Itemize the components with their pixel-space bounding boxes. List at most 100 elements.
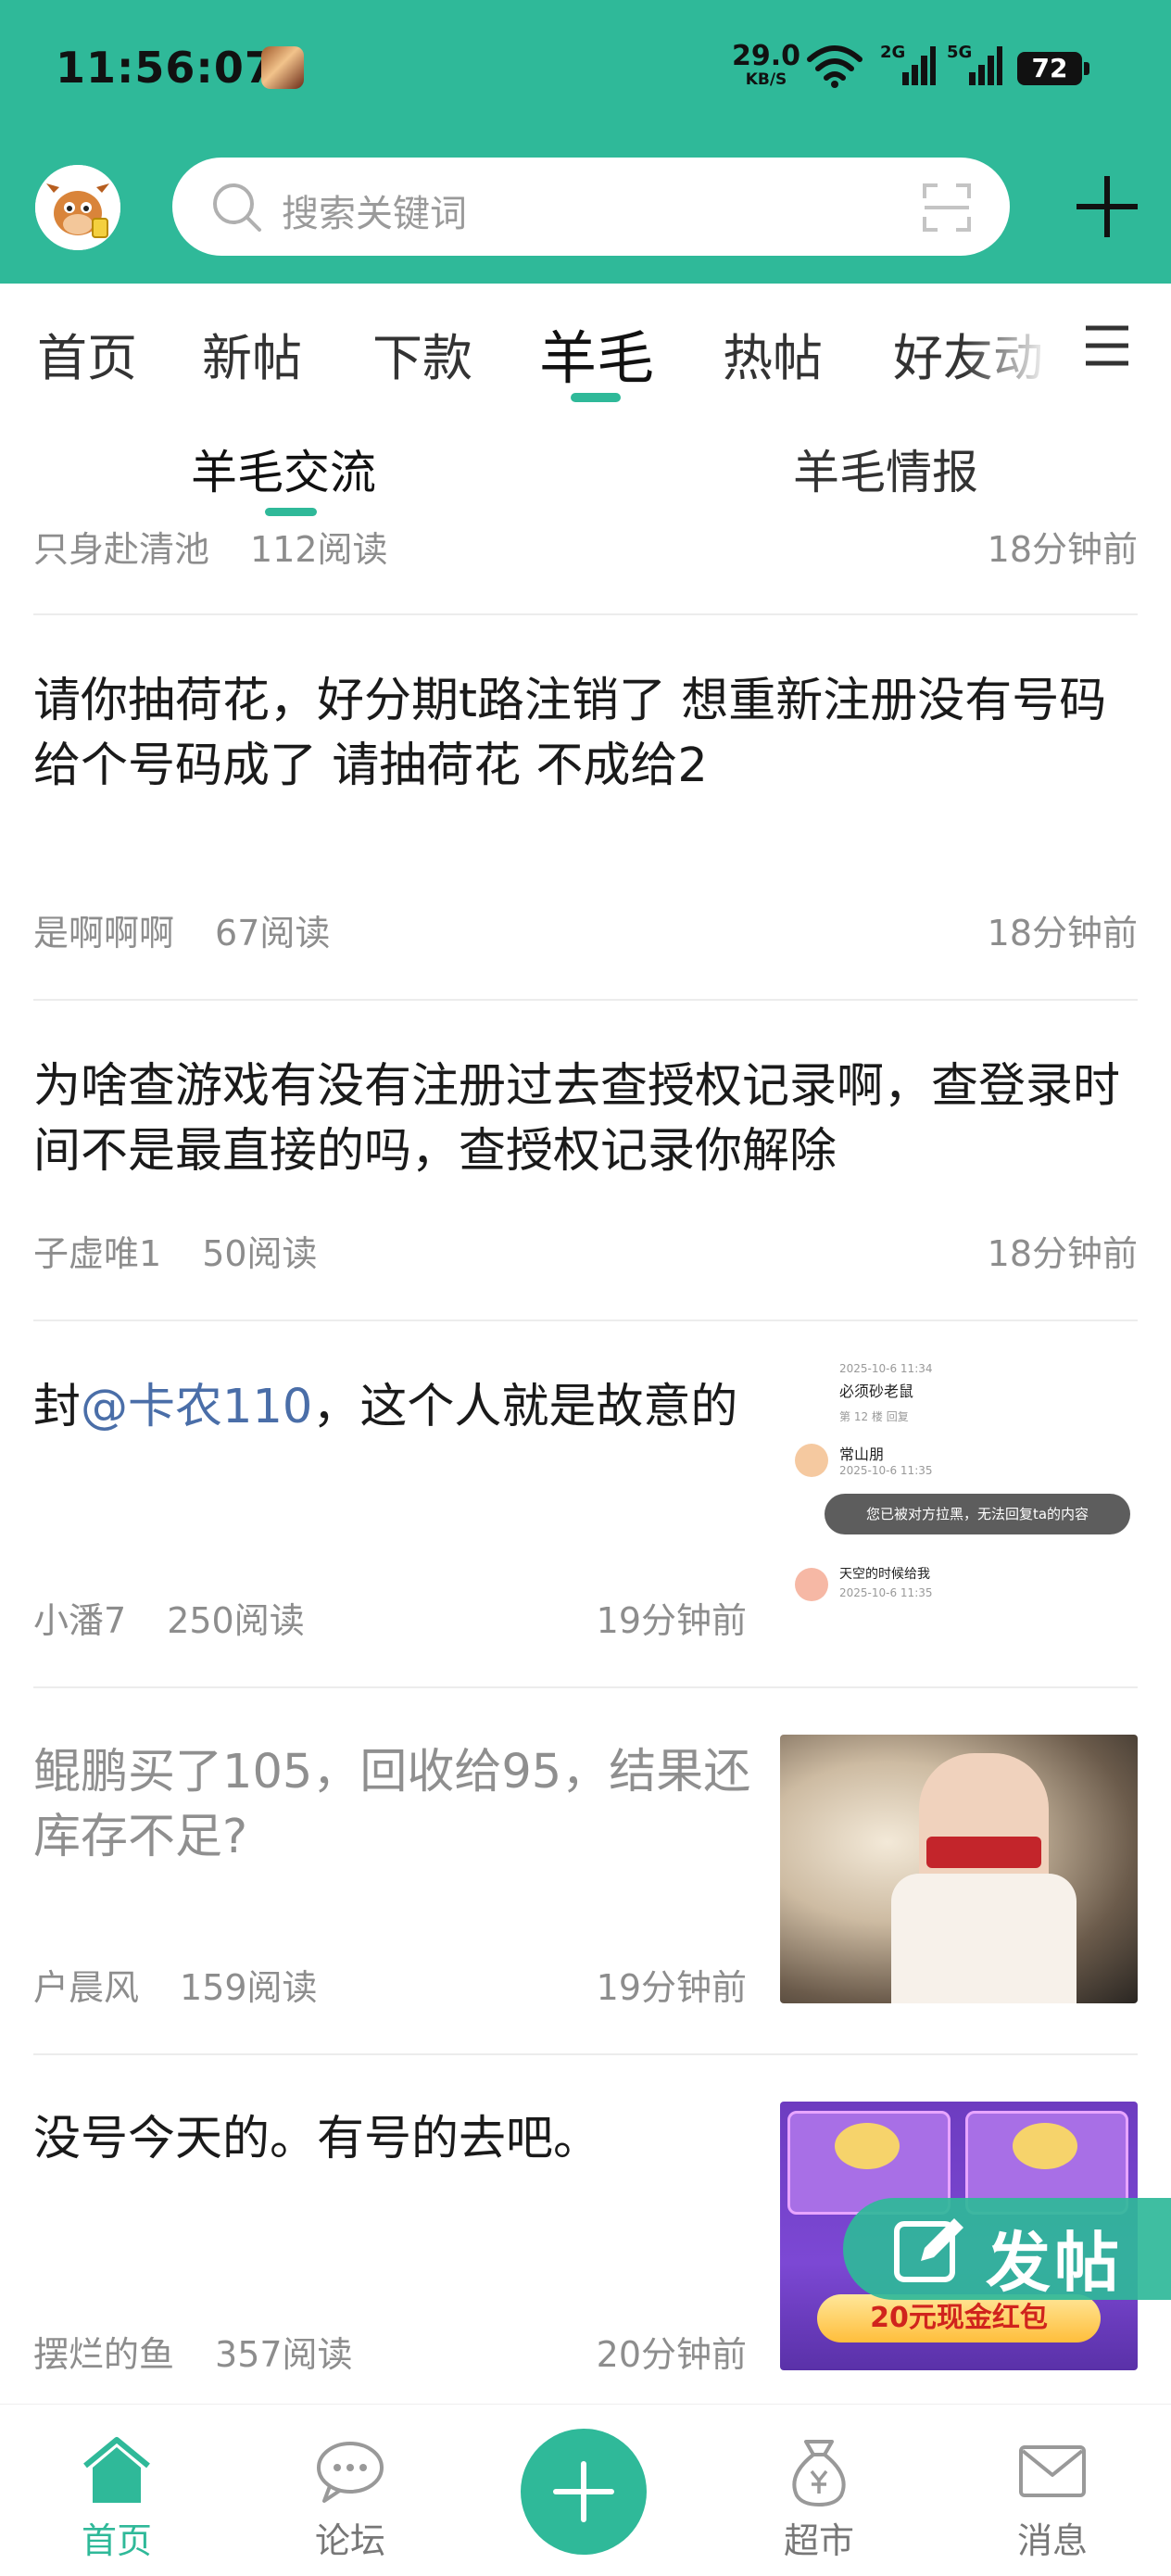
cow-mascot-icon — [35, 165, 120, 250]
post-reads: 159阅读 — [180, 1967, 318, 2008]
tab-loans[interactable]: 下款 — [372, 317, 472, 390]
post-title[interactable]: 鲲鹏买了105，回收给95，结果还库存不足? — [33, 1740, 756, 1870]
nav-home[interactable]: 首页 — [24, 2405, 209, 2576]
nav-messages[interactable]: 消息 — [960, 2405, 1145, 2576]
scan-icon[interactable] — [921, 182, 973, 234]
menu-icon[interactable] — [1082, 322, 1132, 369]
divider — [33, 1320, 1138, 1321]
thumb-text: 常山朋 — [839, 1446, 885, 1463]
publish-post-button[interactable]: 发帖 — [843, 2198, 1171, 2301]
post-time: 18分钟前 — [987, 913, 1138, 953]
nav-market[interactable]: 超市 — [726, 2405, 912, 2576]
post-time: 19分钟前 — [596, 1600, 747, 1641]
signal-5g-icon: 5G — [947, 43, 1002, 93]
divider — [33, 999, 1138, 1001]
publish-label: 发帖 — [986, 2225, 1123, 2301]
signal-5g-label: 5G — [947, 43, 973, 62]
bottom-navigation: 首页 论坛 超市 消息 — [0, 2404, 1171, 2576]
post-meta: 子虚唯1 50阅读 — [33, 1225, 318, 1276]
status-time: 11:56:07 — [56, 43, 275, 93]
post-title[interactable]: 没号今天的。有号的去吧。 — [33, 2107, 756, 2172]
post-author[interactable]: 小潘7 — [33, 1600, 126, 1641]
post-author[interactable]: 子虚唯1 — [33, 1233, 161, 1274]
photo-detail — [891, 1874, 1077, 2003]
tab-hot-posts[interactable]: 热帖 — [723, 317, 823, 390]
nav-market-label: 超市 — [783, 2520, 854, 2561]
post-time: 20分钟前 — [596, 2334, 747, 2375]
plus-icon — [553, 2461, 614, 2522]
divider — [33, 613, 1138, 615]
nav-forum[interactable]: 论坛 — [258, 2405, 443, 2576]
post-thumbnail-photo[interactable] — [780, 1735, 1138, 2003]
thumb-text: 2025-10-6 11:35 — [839, 1586, 933, 1599]
thumb-avatar — [795, 1444, 828, 1477]
thumb-avatar — [795, 1568, 828, 1601]
add-icon[interactable] — [1073, 172, 1141, 241]
post-meta: 摆烂的鱼 357阅读 — [33, 2326, 353, 2377]
post-title[interactable]: 为啥查游戏有没有注册过去查授权记录啊，查登录时间不是最直接的吗，查授权记录你解除 — [33, 1054, 1138, 1184]
search-placeholder: 搜索关键词 — [282, 193, 467, 235]
money-bag-icon — [792, 2440, 846, 2507]
create-post-button[interactable] — [521, 2429, 647, 2555]
post-author[interactable]: 只身赴清池 — [33, 529, 209, 570]
photo-detail — [926, 1837, 1041, 1868]
signal-2g-label: 2G — [880, 43, 906, 62]
post-reads: 357阅读 — [215, 2334, 353, 2375]
search-bar[interactable]: 搜索关键词 — [172, 158, 1010, 256]
battery-indicator: 72 — [1017, 52, 1089, 85]
post-meta: 小潘7 250阅读 — [33, 1592, 305, 1643]
post-reads: 67阅读 — [215, 913, 331, 953]
category-tabs: 首页 新帖 下款 羊毛 热帖 好友动 — [0, 284, 1171, 410]
post-title-text: 封 — [33, 1380, 82, 1434]
divider — [33, 1686, 1138, 1688]
edit-icon — [894, 2218, 963, 2282]
thumb-text: 第 12 楼 回复 — [839, 1410, 909, 1423]
nav-messages-label: 消息 — [1016, 2520, 1088, 2561]
network-speed: 29.0 KB/S — [732, 43, 800, 88]
user-avatar[interactable] — [35, 165, 120, 250]
post-title[interactable]: 封@卡农110，这个人就是故意的 — [33, 1375, 756, 1440]
thumb-text: 天空的时候给我 — [839, 1567, 930, 1582]
thumb-text: 必须砂老鼠 — [839, 1383, 914, 1400]
network-speed-unit: KB/S — [745, 70, 787, 89]
post-title-text: ，这个人就是故意的 — [312, 1380, 738, 1434]
post-reads: 50阅读 — [202, 1233, 318, 1274]
active-subtab-indicator — [265, 508, 317, 516]
post-time: 18分钟前 — [987, 529, 1138, 570]
nav-forum-label: 论坛 — [314, 2520, 385, 2561]
chat-bubble-icon — [317, 2442, 384, 2503]
wifi-icon — [807, 45, 863, 88]
network-speed-value: 29.0 — [732, 40, 801, 72]
post-author[interactable]: 摆烂的鱼 — [33, 2334, 174, 2375]
post-meta: 户晨风 159阅读 — [33, 1959, 318, 2010]
post-reads: 112阅读 — [250, 529, 388, 570]
post-thumbnail-screenshot[interactable]: 2025-10-6 11:34 必须砂老鼠 第 12 楼 回复 常山朋 2025… — [780, 1362, 1138, 1631]
search-icon — [213, 183, 261, 232]
home-icon — [83, 2437, 150, 2503]
post-reads: 250阅读 — [167, 1600, 305, 1641]
post-author[interactable]: 户晨风 — [33, 1967, 139, 2008]
post-meta: 是啊啊啊 67阅读 — [33, 904, 330, 955]
post-author[interactable]: 是啊啊啊 — [33, 913, 174, 953]
subtab-deal-intel[interactable]: 羊毛情报 — [793, 436, 978, 502]
ad-logo — [1013, 2123, 1077, 2169]
post-time: 19分钟前 — [596, 1967, 747, 2008]
thumb-text: 2025-10-6 11:34 — [839, 1362, 933, 1375]
tab-home[interactable]: 首页 — [37, 317, 137, 390]
post-title[interactable]: 请你抽荷花，好分期t路注销了 想重新注册没有号码 给个号码成了 请抽荷花 不成给… — [33, 669, 1138, 799]
subtab-deal-discussion[interactable]: 羊毛交流 — [191, 436, 376, 502]
ad-logo — [835, 2123, 900, 2169]
game-notification-icon — [261, 46, 304, 89]
active-tab-indicator — [571, 393, 621, 402]
nav-home-label: 首页 — [81, 2520, 152, 2561]
app-header: 11:56:07 29.0 KB/S 2G 5G 72 搜索关键词 — [0, 0, 1171, 284]
divider — [33, 2053, 1138, 2055]
tab-new-posts[interactable]: 新帖 — [202, 317, 302, 390]
post-meta: 只身赴清池 112阅读 — [33, 521, 388, 572]
user-mention-link[interactable]: @卡农110 — [81, 1380, 312, 1434]
sub-tabs: 羊毛交流 羊毛情报 — [0, 410, 1171, 521]
tab-deals[interactable]: 羊毛 — [539, 311, 654, 395]
status-bar: 11:56:07 29.0 KB/S 2G 5G 72 — [0, 0, 1171, 139]
tab-fade-overlay — [963, 302, 1065, 395]
post-time: 18分钟前 — [987, 1233, 1138, 1274]
